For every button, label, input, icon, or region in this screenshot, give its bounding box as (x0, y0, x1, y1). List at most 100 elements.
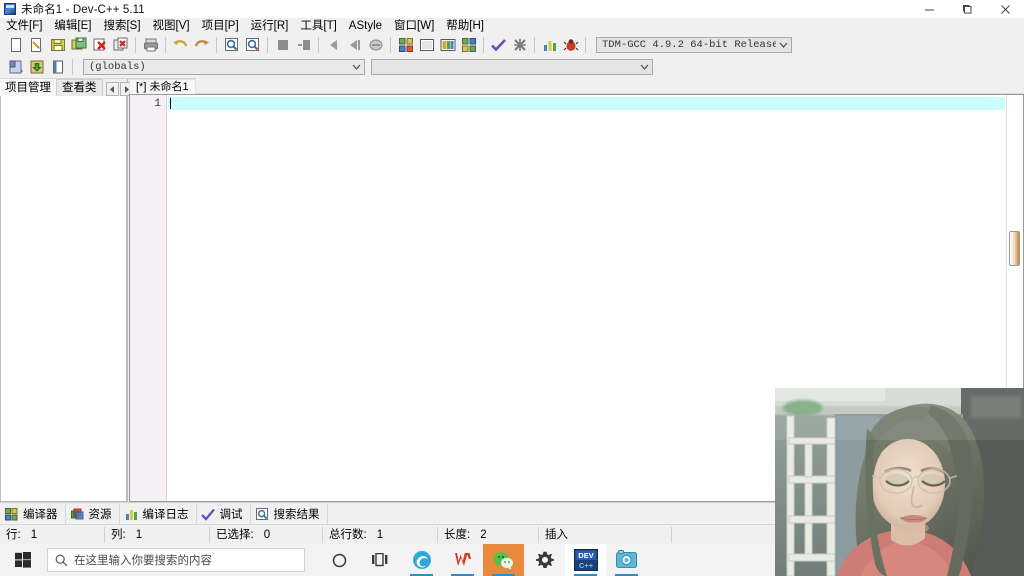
cortana-icon[interactable] (319, 544, 360, 576)
svg-text:DEV: DEV (578, 551, 593, 560)
settings-gear-icon[interactable] (524, 544, 565, 576)
scope-select[interactable]: (globals) (83, 59, 365, 75)
print-icon[interactable] (141, 36, 160, 55)
edge-icon[interactable] (401, 544, 442, 576)
status-selected: 已选择: 0 (210, 527, 323, 543)
goto-line-icon[interactable] (273, 36, 292, 55)
undo-icon[interactable] (171, 36, 190, 55)
panel-compile-log-label: 编译日志 (142, 509, 189, 521)
indent-right-icon[interactable] (345, 36, 364, 55)
project-tree[interactable] (0, 96, 127, 502)
status-total-lines: 总行数: 1 (323, 527, 438, 543)
status-total-lines-key: 总行数: (329, 529, 367, 541)
minimize-button[interactable] (910, 0, 948, 18)
panel-compiler-label: 编译器 (23, 509, 58, 521)
scope-select-value: (globals) (89, 61, 146, 73)
menu-run[interactable]: 运行[R] (245, 18, 295, 34)
desktop: 未命名1 - Dev-C++ 5.11 文件[F] 编辑[E] 搜索[S] 视图… (0, 0, 1024, 576)
task-view-icon[interactable] (360, 544, 401, 576)
save-all-icon[interactable] (69, 36, 88, 55)
find-icon[interactable] (222, 36, 241, 55)
devcpp-taskbar-icon[interactable]: DEV C++ (565, 544, 606, 576)
devcpp-icon (4, 3, 16, 15)
line-number-gutter: 1 (130, 95, 167, 501)
scrollbar-thumb[interactable] (1009, 231, 1020, 266)
wps-icon[interactable] (442, 544, 483, 576)
wechat-icon[interactable] (483, 544, 524, 576)
panel-debug[interactable]: 调试 (197, 504, 251, 524)
status-selected-value: 0 (263, 529, 271, 541)
maximize-button[interactable] (948, 0, 986, 18)
new-file-icon[interactable] (6, 36, 25, 55)
open-file-icon[interactable] (27, 36, 46, 55)
tab-class-browser[interactable]: 查看类 (56, 79, 103, 96)
goto-function-icon[interactable] (294, 36, 313, 55)
add-file-icon[interactable] (27, 58, 46, 77)
menu-bar: 文件[F] 编辑[E] 搜索[S] 视图[V] 项目[P] 运行[R] 工具[T… (0, 18, 1024, 35)
compiler-select-value: TDM-GCC 4.9.2 64-bit Release (602, 39, 777, 51)
redo-icon[interactable] (192, 36, 211, 55)
chevron-down-icon (349, 60, 364, 74)
status-col-key: 列: (111, 529, 126, 541)
indent-left-icon[interactable] (324, 36, 343, 55)
close-button[interactable] (986, 0, 1024, 18)
close-file-icon[interactable] (90, 36, 109, 55)
windows-start-button[interactable] (0, 544, 45, 576)
member-select[interactable] (371, 59, 653, 75)
window-title: 未命名1 - Dev-C++ 5.11 (21, 4, 145, 16)
left-panel-tabs: 项目管理 查看类 (0, 79, 133, 96)
status-col-value: 1 (135, 529, 143, 541)
toolbar-secondary: (globals) (0, 56, 1024, 79)
scroll-left-button[interactable] (105, 82, 119, 96)
close-all-icon[interactable] (111, 36, 130, 55)
file-tab-filler (195, 78, 1024, 94)
menu-edit[interactable]: 编辑[E] (48, 18, 97, 34)
tab-project-manager[interactable]: 项目管理 (0, 79, 56, 96)
chevron-down-icon (776, 38, 791, 52)
profile-analysis-icon[interactable] (540, 36, 559, 55)
panel-compiler[interactable]: 编译器 (0, 504, 66, 524)
debug-bug-icon[interactable] (561, 36, 580, 55)
run-icon[interactable] (417, 36, 436, 55)
file-tab-untitled1[interactable]: [*] 未命名1 (129, 79, 196, 94)
compiler-select[interactable]: TDM-GCC 4.9.2 64-bit Release (596, 37, 792, 53)
line-number: 1 (154, 98, 161, 110)
panel-search-results[interactable]: 搜索结果 (251, 504, 328, 524)
compile-run-icon[interactable] (438, 36, 457, 55)
replace-icon[interactable] (243, 36, 262, 55)
rebuild-all-icon[interactable] (459, 36, 478, 55)
search-placeholder-text: 在这里输入你要搜索的内容 (74, 555, 212, 567)
status-row: 行: 1 (0, 527, 105, 543)
title-bar: 未命名1 - Dev-C++ 5.11 (0, 0, 1024, 19)
menu-window[interactable]: 窗口[W] (388, 18, 440, 34)
check-icon (201, 507, 216, 522)
toggle-panel-icon[interactable] (48, 58, 67, 77)
stop-execution-icon[interactable] (510, 36, 529, 55)
panel-debug-label: 调试 (219, 509, 243, 521)
status-row-value: 1 (30, 529, 38, 541)
menu-view[interactable]: 视图[V] (147, 18, 196, 34)
webcam-overlay[interactable] (775, 388, 1024, 576)
magnifier-icon (255, 507, 270, 522)
panel-compile-log[interactable]: 编译日志 (120, 504, 197, 524)
window-controls (910, 0, 1024, 18)
toggle-bookmark-icon[interactable] (366, 36, 385, 55)
insert-code-icon[interactable] (6, 58, 25, 77)
grid-icon (4, 507, 19, 522)
save-icon[interactable] (48, 36, 67, 55)
compile-icon[interactable] (396, 36, 415, 55)
menu-help[interactable]: 帮助[H] (440, 18, 490, 34)
toolbar-primary: TDM-GCC 4.9.2 64-bit Release (0, 34, 1024, 56)
bars-icon (124, 507, 139, 522)
menu-tools[interactable]: 工具[T] (294, 18, 342, 34)
syntax-check-icon[interactable] (489, 36, 508, 55)
menu-project[interactable]: 项目[P] (196, 18, 245, 34)
search-input[interactable]: 在这里输入你要搜索的内容 (47, 548, 305, 572)
menu-file[interactable]: 文件[F] (0, 18, 48, 34)
menu-astyle[interactable]: AStyle (343, 18, 388, 34)
menu-search[interactable]: 搜索[S] (97, 18, 146, 34)
chevron-down-icon (637, 60, 652, 74)
file-tab-bar: [*] 未命名1 (129, 78, 1024, 94)
panel-resources[interactable]: 资源 (66, 504, 120, 524)
screen-recorder-icon[interactable] (606, 544, 647, 576)
